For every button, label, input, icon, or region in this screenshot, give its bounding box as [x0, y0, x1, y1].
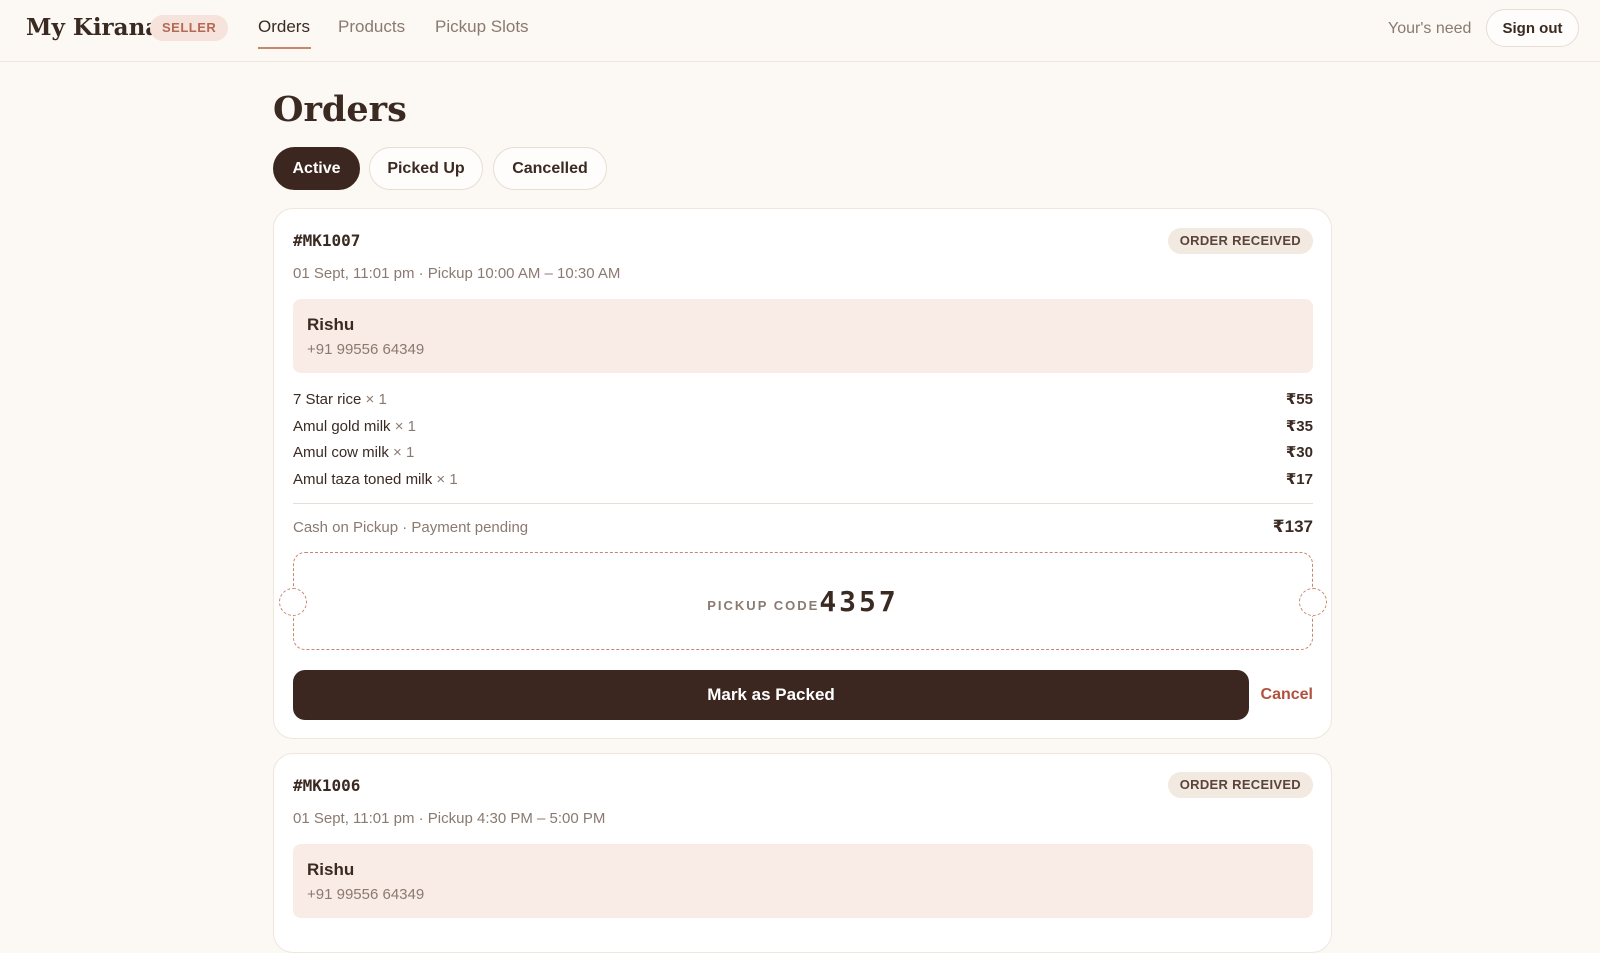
- brand-logo[interactable]: My Kirana: [26, 12, 160, 44]
- nav-tab-orders[interactable]: Orders: [258, 16, 310, 38]
- filter-cancelled-button[interactable]: Cancelled: [493, 147, 607, 190]
- active-tab-indicator: [258, 47, 311, 49]
- sign-out-button[interactable]: Sign out: [1486, 9, 1579, 47]
- order-id: #MK1007: [293, 231, 361, 250]
- customer-info-panel: Rishu +91 99556 64349: [293, 299, 1313, 373]
- order-total: ₹137: [1272, 517, 1313, 536]
- item-price: ₹30: [1285, 444, 1313, 461]
- customer-info-panel: Rishu +91 99556 64349: [293, 844, 1313, 918]
- order-items-list: 7 Star rice × 1 ₹55 Amul gold milk × 1 ₹…: [293, 389, 1313, 495]
- customer-name: Rishu: [307, 860, 355, 879]
- nav-tab-pickup-slots[interactable]: Pickup Slots: [435, 16, 529, 38]
- item-name: 7 Star rice: [293, 391, 362, 408]
- item-quantity: × 1: [393, 444, 415, 461]
- item-price: ₹17: [1285, 470, 1313, 488]
- order-status-badge: ORDER RECEIVED: [1167, 228, 1313, 254]
- order-meta: 01 Sept, 11:01 pm · Pickup 10:00 AM – 10…: [293, 265, 621, 282]
- item-price: ₹35: [1285, 417, 1313, 435]
- mark-as-packed-button[interactable]: Mark as Packed: [293, 670, 1249, 720]
- customer-name: Rishu: [307, 315, 355, 334]
- items-divider: [293, 503, 1313, 504]
- item-quantity: × 1: [365, 391, 387, 408]
- order-item: Amul taza toned milk × 1 ₹17: [293, 469, 1313, 496]
- pickup-code-value: 4357: [819, 584, 899, 618]
- order-id: #MK1006: [293, 776, 361, 795]
- order-meta: 01 Sept, 11:01 pm · Pickup 4:30 PM – 5:0…: [293, 810, 606, 827]
- seller-badge: SELLER: [150, 15, 229, 41]
- item-name: Amul cow milk: [293, 444, 389, 461]
- pickup-code-ticket: PICKUP CODE 4357: [279, 552, 1327, 650]
- item-price: ₹55: [1285, 391, 1313, 408]
- pickup-code-label: PICKUP CODE: [707, 597, 820, 613]
- page-title: Orders: [273, 89, 407, 130]
- payment-status: Cash on Pickup · Payment pending: [293, 519, 529, 536]
- item-quantity: × 1: [394, 417, 416, 435]
- order-card: #MK1007 ORDER RECEIVED 01 Sept, 11:01 pm…: [273, 208, 1332, 739]
- customer-phone: +91 99556 64349: [307, 886, 425, 903]
- order-item: 7 Star rice × 1 ₹55: [293, 389, 1313, 416]
- ticket-notch-left: [279, 588, 307, 616]
- filter-picked-up-button[interactable]: Picked Up: [369, 147, 483, 190]
- top-navigation-bar: My Kirana SELLER Orders Products Pickup …: [0, 0, 1600, 62]
- cancel-order-link[interactable]: Cancel: [1261, 684, 1313, 706]
- item-quantity: × 1: [436, 470, 458, 488]
- item-name: Amul gold milk: [293, 417, 391, 435]
- order-status-badge: ORDER RECEIVED: [1167, 772, 1313, 798]
- nav-tab-products[interactable]: Products: [338, 16, 405, 38]
- order-card: #MK1006 ORDER RECEIVED 01 Sept, 11:01 pm…: [273, 753, 1332, 953]
- item-name: Amul taza toned milk: [293, 470, 433, 488]
- ticket-notch-right: [1299, 588, 1327, 616]
- order-item: Amul gold milk × 1 ₹35: [293, 416, 1313, 443]
- filter-active-button[interactable]: Active: [273, 147, 360, 190]
- customer-phone: +91 99556 64349: [307, 341, 425, 358]
- store-tagline: Your's need: [1388, 20, 1472, 37]
- order-item: Amul cow milk × 1 ₹30: [293, 442, 1313, 469]
